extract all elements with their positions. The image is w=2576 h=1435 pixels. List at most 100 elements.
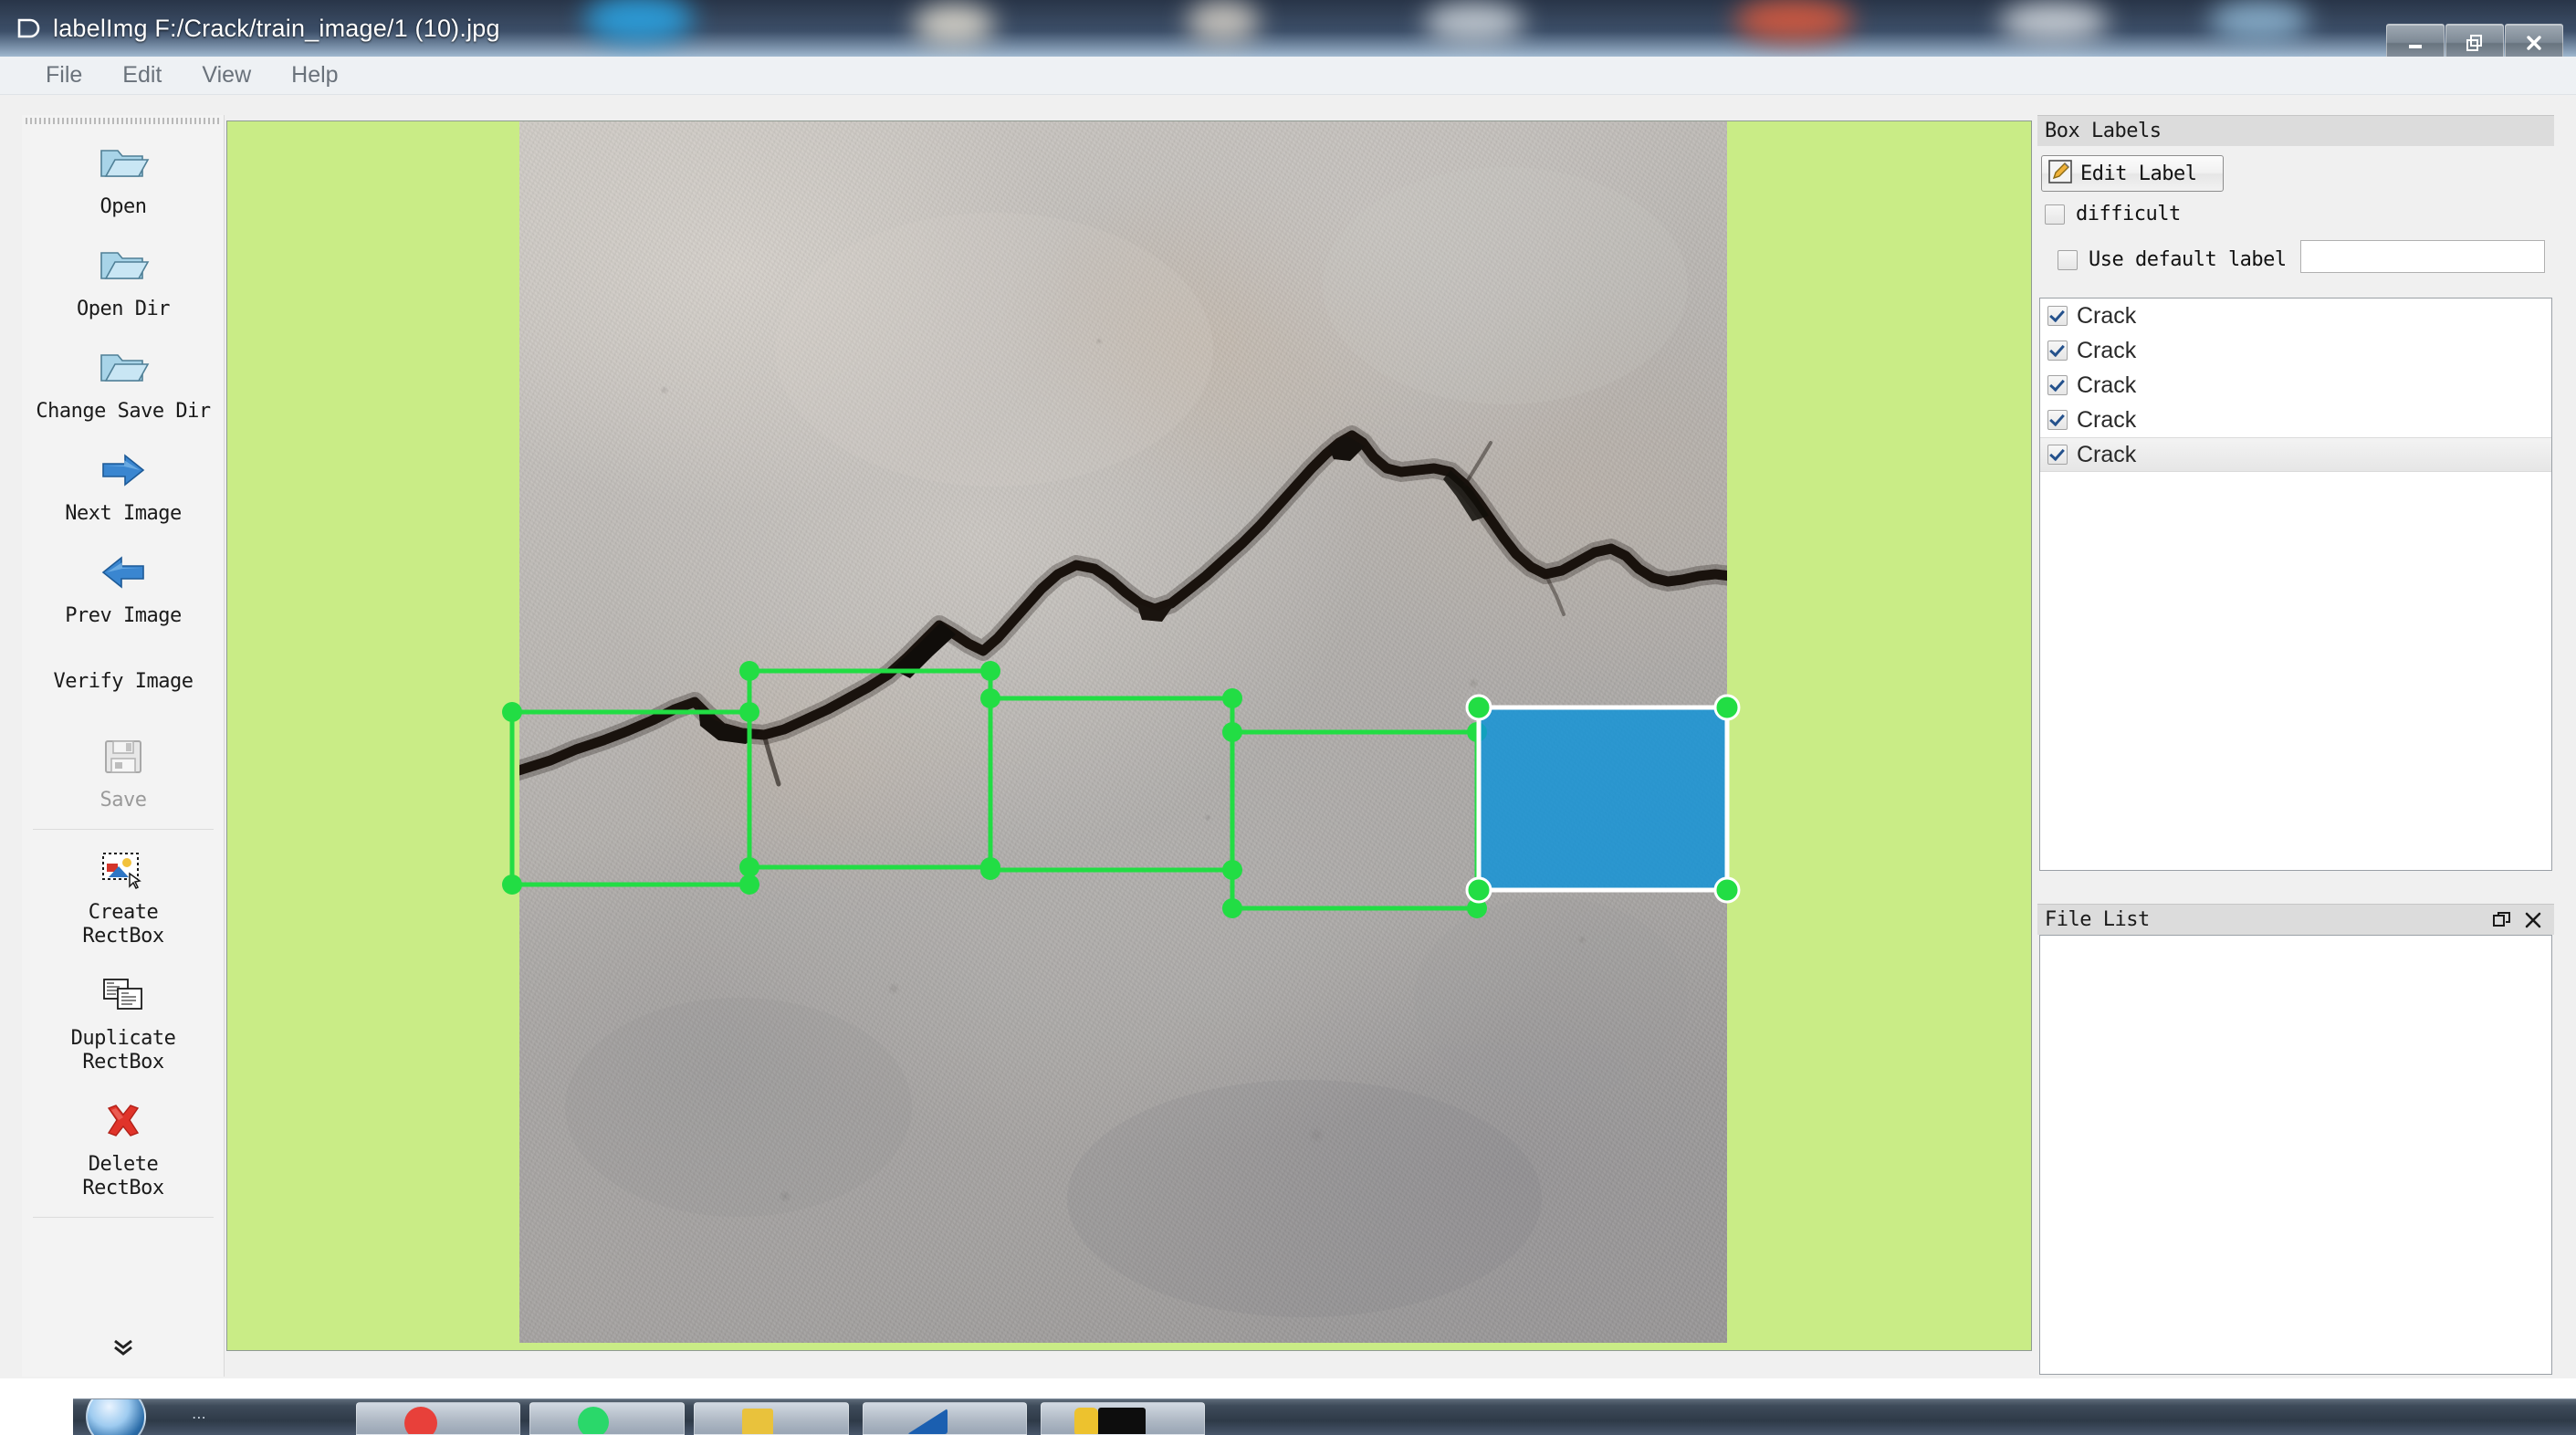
folder-open-icon xyxy=(94,137,152,190)
undock-icon[interactable] xyxy=(2490,908,2514,932)
grip-dot xyxy=(112,118,114,124)
open-dir-button[interactable]: Open Dir xyxy=(22,230,225,332)
taskbar-item[interactable] xyxy=(529,1402,685,1435)
use-default-label-checkbox-row[interactable]: Use default label xyxy=(2058,248,2287,271)
label-list-item[interactable]: Crack xyxy=(2040,368,2551,403)
grip-dot xyxy=(76,118,78,124)
desktop-bokeh xyxy=(2209,0,2309,42)
create-rectbox-button-label: Create RectBox xyxy=(82,901,164,948)
difficult-checkbox[interactable] xyxy=(2045,204,2065,225)
grip-dot xyxy=(176,118,178,124)
delete-rectbox-button[interactable]: Delete RectBox xyxy=(22,1085,225,1211)
bbox-crack-5-selected[interactable] xyxy=(1465,694,1741,904)
bbox-crack-4[interactable] xyxy=(1222,722,1487,918)
label-item-checkbox[interactable] xyxy=(2047,306,2068,326)
grip-dot xyxy=(67,118,68,124)
bbox-crack-3[interactable] xyxy=(980,688,1242,880)
create-rectbox-button[interactable]: Create RectBox xyxy=(22,833,225,959)
use-default-label-text: Use default label xyxy=(2089,248,2287,271)
taskbar-item[interactable] xyxy=(694,1402,849,1435)
close-icon[interactable] xyxy=(2521,908,2545,932)
label-list-item-selected[interactable]: Crack xyxy=(2040,437,2551,472)
desktop-bokeh xyxy=(1999,2,2109,42)
duplicate-rectbox-button[interactable]: Duplicate RectBox xyxy=(22,959,225,1085)
grip-dot xyxy=(80,118,82,124)
default-label-input[interactable] xyxy=(2300,240,2545,273)
arrow-left-icon xyxy=(94,546,152,599)
toolbar-separator xyxy=(32,1217,214,1218)
delete-rectbox-button-label: Delete RectBox xyxy=(82,1153,164,1199)
toolbar-separator xyxy=(32,829,214,830)
grip-dot xyxy=(199,118,201,124)
taskbar-handle-dots: ⋯ xyxy=(192,1409,209,1426)
edit-label-button-label: Edit Label xyxy=(2080,162,2197,185)
label-item-checkbox[interactable] xyxy=(2047,340,2068,361)
grip-dot xyxy=(213,118,215,124)
grip-dot xyxy=(26,118,27,124)
label-item-checkbox[interactable] xyxy=(2047,375,2068,395)
labelimg-main-window: labelImg F:/Crack/train_image/1 (10).jpg… xyxy=(0,0,2576,1378)
bbox-crack-1[interactable] xyxy=(502,702,759,895)
difficult-checkbox-row[interactable]: difficult xyxy=(2045,203,2181,225)
taskbar-item[interactable] xyxy=(356,1402,520,1435)
taskbar-item[interactable] xyxy=(1041,1402,1205,1435)
chevron-double-down-icon[interactable] xyxy=(22,1338,225,1358)
prev-image-button[interactable]: Prev Image xyxy=(22,537,225,639)
verify-image-button[interactable]: Verify Image xyxy=(22,639,225,721)
taskbar-strip: ⋯ xyxy=(73,1398,2576,1435)
grip-dot xyxy=(153,118,155,124)
grip-dot xyxy=(194,118,196,124)
open-button[interactable]: Open xyxy=(22,128,225,230)
verify-image-button-label: Verify Image xyxy=(53,670,194,693)
annotation-shapes-layer[interactable] xyxy=(227,121,2032,1351)
delete-rectbox-icon xyxy=(94,1095,152,1147)
right-dock: Box Labels Edit Label difficult Use defa… xyxy=(2037,115,2554,1377)
grip-dot xyxy=(140,118,141,124)
pencil-edit-icon xyxy=(2047,159,2073,189)
label-list-item[interactable]: Crack xyxy=(2040,333,2551,368)
app-blackyellow-icon xyxy=(1098,1408,1146,1434)
grip-dot xyxy=(58,118,59,124)
minimize-icon[interactable] xyxy=(2386,24,2445,57)
edit-label-button[interactable]: Edit Label xyxy=(2041,155,2224,192)
image-canvas[interactable] xyxy=(226,120,2032,1351)
label-list-item[interactable]: Crack xyxy=(2040,299,2551,333)
box-labels-title: Box Labels xyxy=(2045,120,2162,142)
app-red-icon xyxy=(404,1407,437,1434)
arrow-right-icon xyxy=(94,444,152,497)
label-item-name: Crack xyxy=(2077,441,2137,467)
file-list-body[interactable] xyxy=(2039,935,2552,1375)
label-item-checkbox[interactable] xyxy=(2047,410,2068,430)
use-default-label-checkbox[interactable] xyxy=(2058,249,2078,270)
taskbar-item[interactable] xyxy=(863,1402,1027,1435)
menu-item-edit[interactable]: Edit xyxy=(102,60,182,90)
label-list-item[interactable]: Crack xyxy=(2040,403,2551,437)
start-orb-icon[interactable] xyxy=(86,1399,146,1435)
close-icon[interactable] xyxy=(2505,24,2563,57)
label-item-checkbox[interactable] xyxy=(2047,445,2068,465)
floppy-save-icon xyxy=(94,730,152,783)
grip-dot xyxy=(208,118,210,124)
menu-item-help[interactable]: Help xyxy=(271,60,358,90)
box-labels-panel: Box Labels Edit Label difficult Use defa… xyxy=(2037,115,2554,873)
menu-item-view[interactable]: View xyxy=(182,60,271,90)
toolbar-drag-handle[interactable] xyxy=(24,117,223,125)
next-image-button[interactable]: Next Image xyxy=(22,435,225,537)
bbox-crack-2[interactable] xyxy=(739,661,1000,877)
label-list[interactable]: Crack Crack Crack Crack Crack xyxy=(2039,298,2552,871)
prev-image-button-label: Prev Image xyxy=(65,604,182,627)
change-save-dir-button[interactable]: Change Save Dir xyxy=(22,332,225,435)
title-bar: labelImg F:/Crack/train_image/1 (10).jpg xyxy=(0,0,2576,57)
restore-icon[interactable] xyxy=(2445,24,2504,57)
left-toolbar: Open Open Dir Change Save Dir Next Image… xyxy=(22,115,225,1377)
menu-bar: File Edit View Help xyxy=(0,57,2576,95)
label-item-name: Crack xyxy=(2077,337,2137,363)
central-area: Open Open Dir Change Save Dir Next Image… xyxy=(0,95,2576,1378)
grip-dot xyxy=(94,118,96,124)
save-button[interactable]: Save xyxy=(22,721,225,823)
title-bar-left: labelImg F:/Crack/train_image/1 (10).jpg xyxy=(16,0,500,57)
grip-dot xyxy=(62,118,64,124)
grip-dot xyxy=(99,118,100,124)
label-item-name: Crack xyxy=(2077,406,2137,433)
menu-item-file[interactable]: File xyxy=(26,60,102,90)
